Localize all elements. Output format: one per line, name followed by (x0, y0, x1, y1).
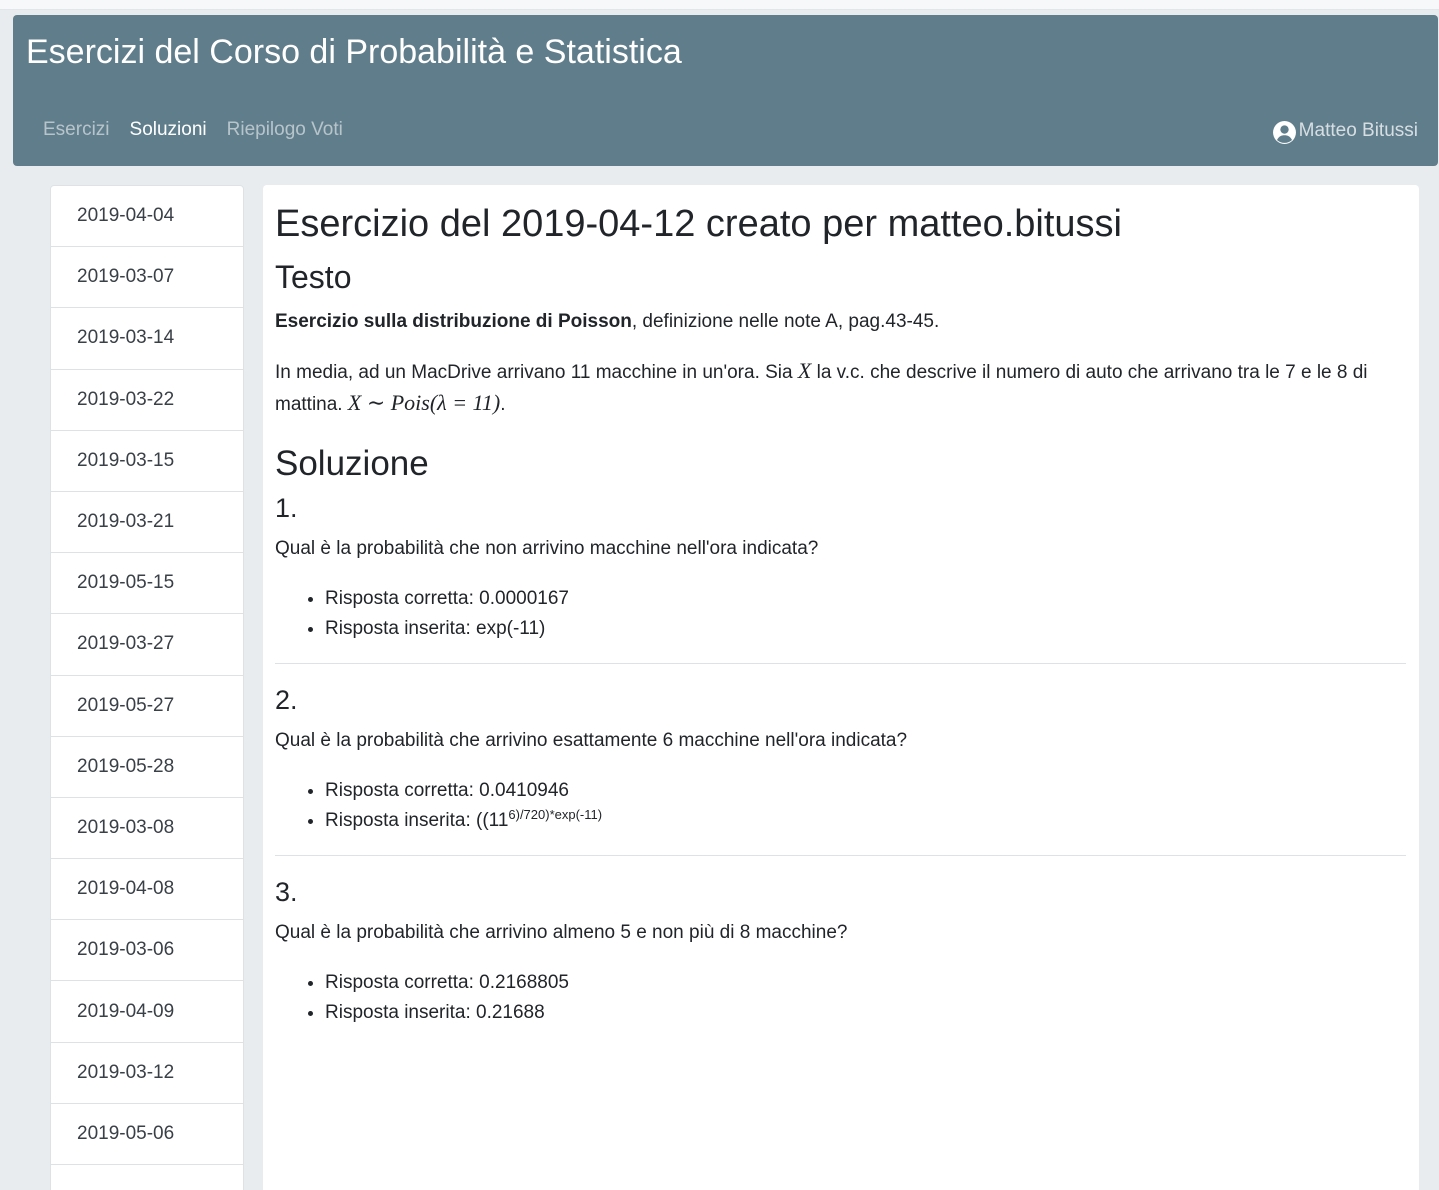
correct-answer: Risposta corretta: 0.2168805 (325, 968, 1407, 998)
intro-bold: Esercizio sulla distribuzione di Poisson (275, 311, 632, 332)
date-list: 2019-04-04 2019-03-07 2019-03-14 2019-03… (50, 185, 244, 1190)
user-menu[interactable]: Matteo Bitussi (1272, 117, 1418, 145)
date-item[interactable]: 2019-03-07 (51, 247, 243, 309)
browser-top-strip (0, 0, 1439, 10)
date-item[interactable]: 2019-05-27 (51, 676, 243, 737)
date-item[interactable]: 2019-03-27 (51, 614, 243, 676)
question-block: 2. Qual è la probabilità che arrivino es… (275, 682, 1407, 856)
date-item[interactable]: 2019-03-12 (51, 1043, 243, 1104)
date-item[interactable]: 2019-03-15 (51, 431, 243, 492)
question-number: 3. (275, 877, 298, 907)
app-title: Esercizi del Corso di Probabilità e Stat… (26, 33, 682, 71)
user-name: Matteo Bitussi (1298, 120, 1418, 141)
app-header: Esercizi del Corso di Probabilità e Stat… (13, 15, 1438, 166)
question-block: 3. Qual è la probabilità che arrivino al… (275, 874, 1407, 1028)
given-answer-superscript: 6)/720)*exp(-11) (508, 807, 603, 822)
answer-list: Risposta corretta: 0.2168805 Risposta in… (325, 968, 1407, 1028)
nav-riepilogo-voti[interactable]: Riepilogo Voti (227, 119, 343, 141)
date-item[interactable]: 2019-04-08 (51, 859, 243, 921)
given-answer-base: Risposta inserita: ((11 (325, 810, 509, 831)
testo-heading: Testo (275, 259, 352, 295)
date-item[interactable]: 2019-04-09 (51, 981, 243, 1043)
math-formula: X ∼ Pois(λ = 11) (347, 390, 501, 415)
date-item[interactable]: 2019-03-21 (51, 492, 243, 554)
problem-statement: In media, ad un MacDrive arrivano 11 mac… (275, 356, 1407, 420)
problem-part1: In media, ad un MacDrive arrivano 11 mac… (275, 362, 798, 383)
date-item[interactable]: 2019-05-15 (51, 553, 243, 615)
problem-end: . (500, 394, 506, 415)
date-item[interactable]: 2019-03-08 (51, 798, 243, 860)
answer-list: Risposta corretta: 0.0000167 Risposta in… (325, 584, 1407, 644)
question-block: 1. Qual è la probabilità che non arrivin… (275, 490, 1407, 664)
main-nav: Esercizi Soluzioni Riepilogo Voti (43, 119, 343, 141)
intro-rest: , definizione nelle note A, pag.43-45. (631, 311, 940, 332)
given-answer: Risposta inserita: 0.21688 (325, 998, 1407, 1028)
date-item[interactable]: 2019-03-14 (51, 308, 243, 370)
question-number: 1. (275, 493, 298, 523)
date-item[interactable]: 2019-05-06 (51, 1104, 243, 1165)
math-variable: X (797, 358, 812, 383)
date-item[interactable]: 2019-05-28 (51, 737, 243, 798)
nav-esercizi[interactable]: Esercizi (43, 119, 110, 141)
exercise-panel: Esercizio del 2019-04-12 creato per matt… (263, 185, 1419, 1190)
nav-soluzioni[interactable]: Soluzioni (130, 119, 207, 141)
date-item[interactable]: 2019-03-06 (51, 920, 243, 982)
question-text: Qual è la probabilità che arrivino almen… (275, 922, 848, 943)
solution-heading: Soluzione (275, 444, 429, 483)
date-item-empty[interactable] (51, 1165, 243, 1190)
correct-answer: Risposta corretta: 0.0410946 (325, 776, 1407, 806)
question-divider (275, 855, 1406, 856)
exercise-heading: Esercizio del 2019-04-12 creato per matt… (275, 203, 1123, 245)
date-item[interactable]: 2019-03-22 (51, 370, 243, 431)
question-divider (275, 663, 1406, 664)
given-answer: Risposta inserita: exp(-11) (325, 614, 1407, 644)
correct-answer: Risposta corretta: 0.0000167 (325, 584, 1407, 614)
question-text: Qual è la probabilità che non arrivino m… (275, 538, 819, 559)
exercise-intro: Esercizio sulla distribuzione di Poisson… (275, 307, 1407, 337)
question-number: 2. (275, 685, 298, 715)
date-item[interactable]: 2019-04-04 (51, 186, 243, 248)
user-circle-icon (1272, 121, 1296, 144)
given-answer: Risposta inserita: ((116)/720)*exp(-11) (325, 806, 1407, 836)
question-text: Qual è la probabilità che arrivino esatt… (275, 730, 908, 751)
answer-list: Risposta corretta: 0.0410946 Risposta in… (325, 776, 1407, 836)
